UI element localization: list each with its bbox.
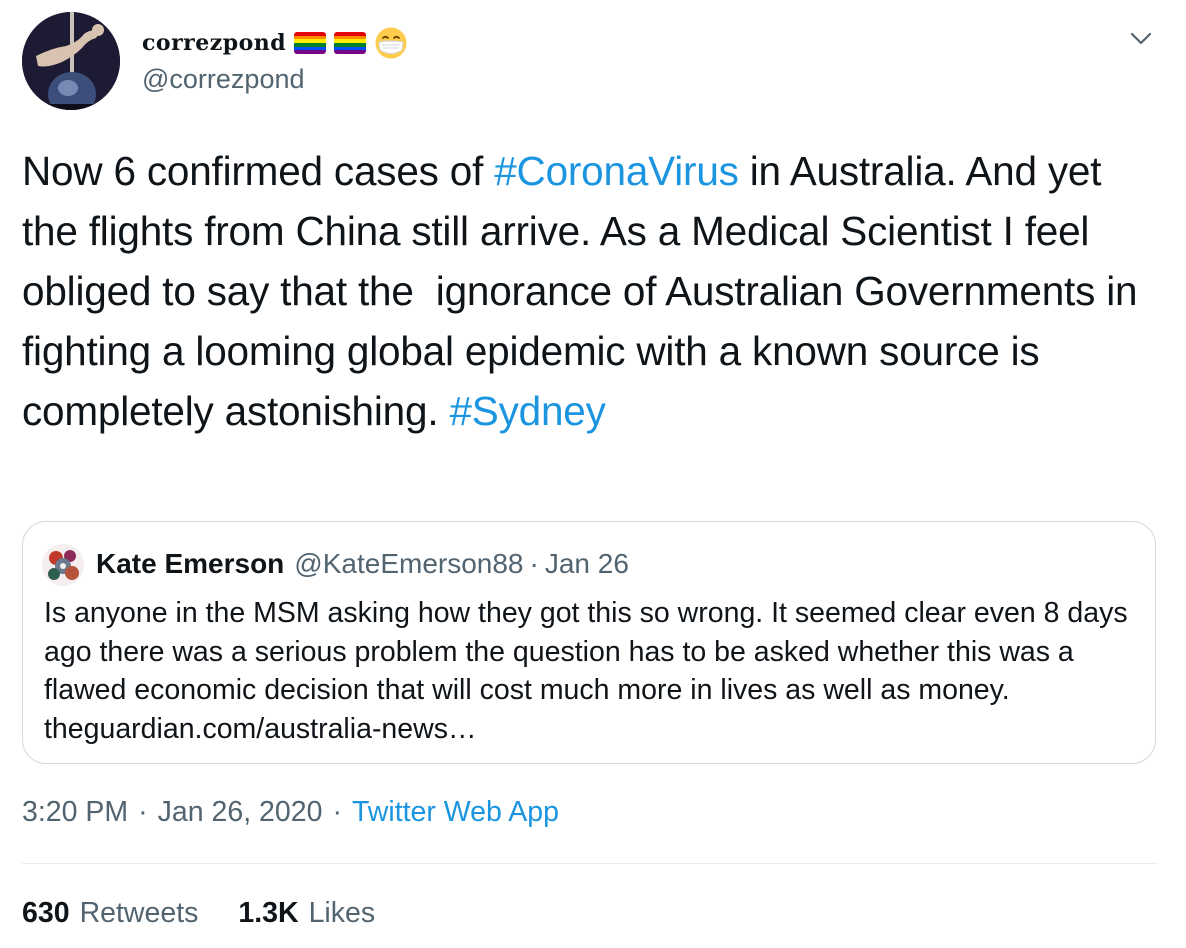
separator-dot: ·: [138, 796, 148, 828]
tweet-text-part: Now 6 confirmed cases of: [22, 148, 495, 194]
tweet-text: Now 6 confirmed cases of #CoronaVirus in…: [22, 141, 1162, 441]
quoted-author-name: Kate Emerson: [96, 548, 285, 579]
retweets-stat[interactable]: 630 Retweets: [22, 897, 198, 930]
tweet-stats: 630 Retweets 1.3K Likes: [22, 897, 375, 930]
quoted-avatar-image: [42, 544, 84, 586]
quoted-author-handle: @KateEmerson88: [294, 548, 524, 579]
quoted-author-avatar[interactable]: [42, 544, 84, 586]
chevron-down-icon[interactable]: [1126, 24, 1156, 54]
tweet-detail: correzpond @correzpond Now 6 confirmed c…: [0, 0, 1186, 948]
author-avatar[interactable]: [22, 12, 120, 110]
separator-dot: ·: [529, 548, 539, 579]
divider: [22, 863, 1158, 864]
face-with-medical-mask-icon: [375, 27, 407, 59]
rainbow-flag-icon: [294, 32, 327, 54]
quoted-tweet-date: Jan 26: [544, 548, 629, 579]
hashtag-link-coronavirus[interactable]: #CoronaVirus: [494, 148, 739, 194]
avatar-image: [22, 12, 120, 110]
separator-dot: ·: [332, 796, 342, 828]
author-handle[interactable]: @correzpond: [142, 64, 305, 95]
tweet-date[interactable]: Jan 26, 2020: [158, 796, 323, 829]
likes-stat[interactable]: 1.3K Likes: [238, 897, 375, 930]
tweet-time[interactable]: 3:20 PM: [22, 796, 128, 829]
quoted-tweet-header: Kate Emerson @KateEmerson88 · Jan 26: [96, 545, 629, 583]
tweet-meta: 3:20 PM · Jan 26, 2020 · Twitter Web App: [22, 796, 559, 829]
rainbow-flag-icon: [334, 32, 367, 54]
quoted-tweet-text: Is anyone in the MSM asking how they got…: [44, 597, 1136, 745]
retweets-label: Retweets: [79, 897, 199, 929]
tweet-source-link[interactable]: Twitter Web App: [352, 796, 559, 829]
likes-label: Likes: [308, 897, 376, 929]
author-display-name: correzpond: [142, 30, 287, 56]
likes-count: 1.3K: [238, 897, 299, 929]
retweets-count: 630: [22, 897, 70, 929]
author-name-row[interactable]: correzpond: [142, 26, 408, 60]
quoted-tweet-card[interactable]: Kate Emerson @KateEmerson88 · Jan 26 Is …: [22, 521, 1156, 764]
hashtag-link-sydney[interactable]: #Sydney: [449, 388, 605, 434]
